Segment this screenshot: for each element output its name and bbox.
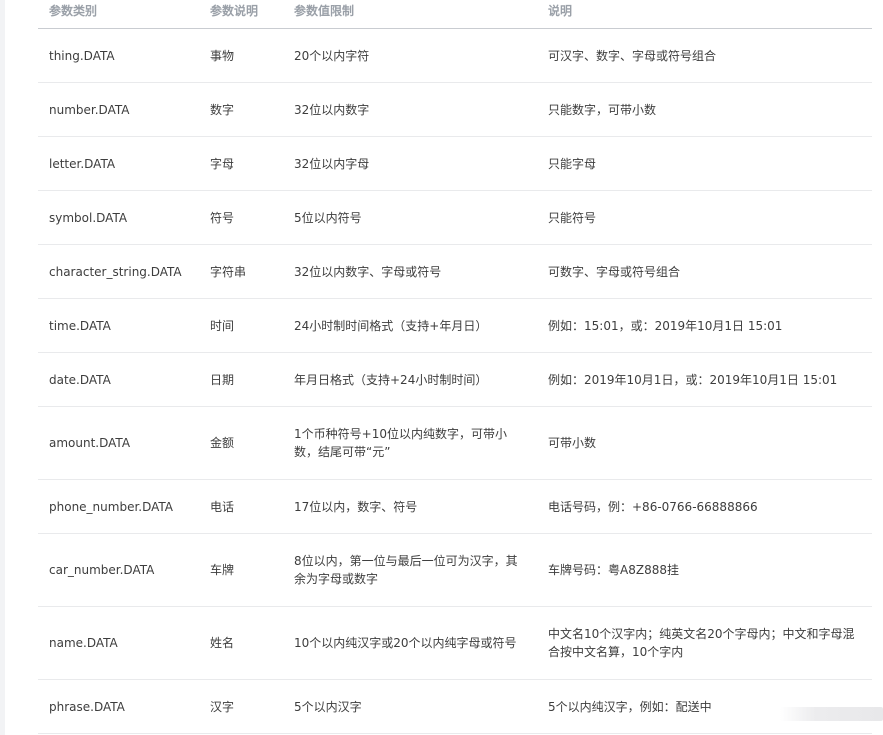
cell-description: 日期 xyxy=(199,352,283,407)
table-row: phone_number.DATA 电话 17位以内，数字、符号 电话号码，例：… xyxy=(38,479,872,534)
cell-category: thing.DATA xyxy=(38,28,199,83)
cell-value-limit: 1个币种符号+10位以内纯数字，可带小数，结尾可带“元” xyxy=(283,406,537,480)
cell-value-limit: 5位以内符号 xyxy=(283,190,537,245)
table-row: time.DATA 时间 24小时制时间格式（支持+年月日） 例如：15:01，… xyxy=(38,298,872,353)
cell-category: name.DATA xyxy=(38,606,199,680)
cell-category: date.DATA xyxy=(38,352,199,407)
cell-description: 车牌 xyxy=(199,533,283,607)
cell-note: 可汉字、数字、字母或符号组合 xyxy=(537,28,872,83)
cell-note: 电话号码，例：+86-0766-66888866 xyxy=(537,479,872,534)
cell-description: 数字 xyxy=(199,82,283,137)
cell-value-limit: 17位以内，数字、符号 xyxy=(283,479,537,534)
cell-category: character_string.DATA xyxy=(38,244,199,299)
cell-description: 电话 xyxy=(199,479,283,534)
cell-description: 字符串 xyxy=(199,244,283,299)
table-row: date.DATA 日期 年月日格式（支持+24小时制时间） 例如：2019年1… xyxy=(38,352,872,407)
cell-description: 姓名 xyxy=(199,606,283,680)
header-value-limit: 参数值限制 xyxy=(283,0,537,29)
cell-category: letter.DATA xyxy=(38,136,199,191)
cell-value-limit: 10个以内纯汉字或20个以内纯字母或符号 xyxy=(283,606,537,680)
cell-note: 可带小数 xyxy=(537,406,872,480)
cell-value-limit: 年月日格式（支持+24小时制时间） xyxy=(283,352,537,407)
cell-category: number.DATA xyxy=(38,82,199,137)
cell-description: 符号 xyxy=(199,190,283,245)
cell-category: phone_number.DATA xyxy=(38,479,199,534)
table-row: letter.DATA 字母 32位以内字母 只能字母 xyxy=(38,136,872,191)
cell-note: 例如：15:01，或：2019年10月1日 15:01 xyxy=(537,298,872,353)
cell-note: 只能符号 xyxy=(537,190,872,245)
table-row: thing.DATA 事物 20个以内字符 可汉字、数字、字母或符号组合 xyxy=(38,28,872,83)
cell-category: time.DATA xyxy=(38,298,199,353)
table-body: thing.DATA 事物 20个以内字符 可汉字、数字、字母或符号组合 num… xyxy=(38,28,872,734)
cell-category: symbol.DATA xyxy=(38,190,199,245)
cell-category: amount.DATA xyxy=(38,406,199,480)
page-left-edge xyxy=(0,0,5,735)
cell-description: 事物 xyxy=(199,28,283,83)
table-row: phrase.DATA 汉字 5个以内汉字 5个以内纯汉字，例如：配送中 xyxy=(38,679,872,734)
cell-category: car_number.DATA xyxy=(38,533,199,607)
cell-value-limit: 32位以内字母 xyxy=(283,136,537,191)
table-row: car_number.DATA 车牌 8位以内，第一位与最后一位可为汉字，其余为… xyxy=(38,533,872,607)
cell-note: 例如：2019年10月1日，或：2019年10月1日 15:01 xyxy=(537,352,872,407)
header-category: 参数类别 xyxy=(38,0,199,29)
cell-note: 只能数字，可带小数 xyxy=(537,82,872,137)
parameter-table: 参数类别 参数说明 参数值限制 说明 thing.DATA 事物 20个以内字符… xyxy=(38,0,872,734)
header-row: 参数类别 参数说明 参数值限制 说明 xyxy=(38,0,872,29)
table-row: amount.DATA 金额 1个币种符号+10位以内纯数字，可带小数，结尾可带… xyxy=(38,406,872,480)
header-description: 参数说明 xyxy=(199,0,283,29)
cell-category: phrase.DATA xyxy=(38,679,199,734)
table-header: 参数类别 参数说明 参数值限制 说明 xyxy=(38,0,872,29)
cell-note: 可数字、字母或符号组合 xyxy=(537,244,872,299)
cell-value-limit: 32位以内数字 xyxy=(283,82,537,137)
cell-value-limit: 20个以内字符 xyxy=(283,28,537,83)
cell-description: 汉字 xyxy=(199,679,283,734)
table-row: character_string.DATA 字符串 32位以内数字、字母或符号 … xyxy=(38,244,872,299)
cell-description: 金额 xyxy=(199,406,283,480)
cell-description: 字母 xyxy=(199,136,283,191)
table-row: number.DATA 数字 32位以内数字 只能数字，可带小数 xyxy=(38,82,872,137)
header-note: 说明 xyxy=(537,0,872,29)
cell-value-limit: 32位以内数字、字母或符号 xyxy=(283,244,537,299)
cell-value-limit: 24小时制时间格式（支持+年月日） xyxy=(283,298,537,353)
cell-description: 时间 xyxy=(199,298,283,353)
table-row: symbol.DATA 符号 5位以内符号 只能符号 xyxy=(38,190,872,245)
cell-note: 车牌号码：粤A8Z888挂 xyxy=(537,533,872,607)
cell-value-limit: 8位以内，第一位与最后一位可为汉字，其余为字母或数字 xyxy=(283,533,537,607)
table-row: name.DATA 姓名 10个以内纯汉字或20个以内纯字母或符号 中文名10个… xyxy=(38,606,872,680)
cell-value-limit: 5个以内汉字 xyxy=(283,679,537,734)
cell-note: 中文名10个汉字内；纯英文名20个字母内；中文和字母混合按中文名算，10个字内 xyxy=(537,606,872,680)
watermark-fade xyxy=(780,707,883,721)
cell-note: 只能字母 xyxy=(537,136,872,191)
